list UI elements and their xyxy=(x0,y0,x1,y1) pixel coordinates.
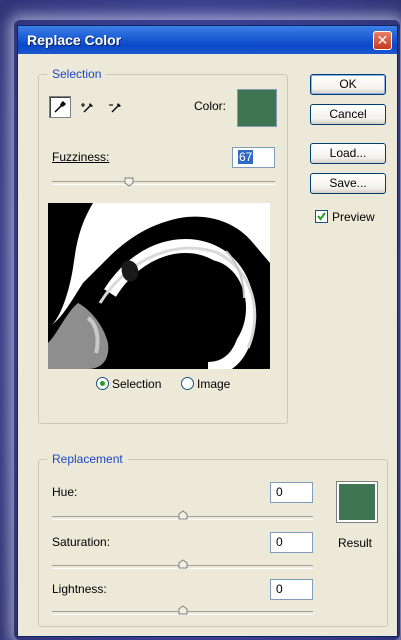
lightness-input[interactable]: 0 xyxy=(270,579,313,600)
fuzziness-label: Fuzziness: xyxy=(52,150,109,164)
window-title: Replace Color xyxy=(27,32,122,48)
fuzziness-value: 67 xyxy=(238,150,254,164)
ok-button[interactable]: OK xyxy=(310,74,386,95)
saturation-label: Saturation: xyxy=(52,535,111,549)
replacement-group: Replacement Hue: 0 Saturation: 0 Lightne… xyxy=(38,452,388,627)
eyedropper-plus-tool[interactable] xyxy=(77,96,99,118)
result-color-swatch[interactable] xyxy=(336,481,378,523)
hue-slider-thumb[interactable] xyxy=(178,510,188,520)
preview-label[interactable]: Preview xyxy=(332,210,375,224)
saturation-value: 0 xyxy=(276,535,283,549)
eyedropper-plus-icon xyxy=(81,103,93,113)
close-icon: ✕ xyxy=(376,32,389,48)
fuzziness-slider-track[interactable] xyxy=(52,181,275,185)
replacement-legend: Replacement xyxy=(47,452,128,466)
eyedropper-minus-tool[interactable] xyxy=(105,96,127,118)
eyedropper-tool[interactable] xyxy=(49,96,71,118)
radio-selection-label[interactable]: Selection xyxy=(112,377,161,391)
eyedropper-minus-icon xyxy=(109,103,121,113)
color-label: Color: xyxy=(194,99,227,113)
close-button[interactable]: ✕ xyxy=(373,31,392,50)
radio-selection-dot xyxy=(100,381,105,386)
hue-input[interactable]: 0 xyxy=(270,482,313,503)
cancel-button[interactable]: Cancel xyxy=(310,104,386,125)
eyedropper-icon xyxy=(54,101,66,113)
replace-color-dialog: Replace Color ✕ Selection Color: Fuzzine… xyxy=(17,25,398,637)
saturation-slider-thumb[interactable] xyxy=(178,559,188,569)
lightness-slider-thumb[interactable] xyxy=(178,605,188,615)
selection-preview-image xyxy=(48,203,270,369)
selection-color-swatch[interactable] xyxy=(237,89,277,127)
radio-selection[interactable] xyxy=(96,377,109,390)
save-button[interactable]: Save... xyxy=(310,173,386,194)
selection-legend: Selection xyxy=(47,67,107,81)
fuzziness-label-text: Fuzziness: xyxy=(52,150,110,164)
load-button[interactable]: Load... xyxy=(310,143,386,164)
result-label: Result xyxy=(338,536,373,550)
radio-image-label[interactable]: Image xyxy=(197,377,230,391)
lightness-label: Lightness: xyxy=(52,582,107,596)
check-icon xyxy=(317,212,326,221)
selection-group: Selection Color: Fuzziness: 67 Selection… xyxy=(38,67,288,424)
hue-value: 0 xyxy=(276,485,283,499)
radio-image[interactable] xyxy=(181,377,194,390)
hue-label: Hue: xyxy=(52,485,78,499)
preview-checkbox[interactable] xyxy=(315,210,328,223)
fuzziness-input[interactable]: 67 xyxy=(232,147,275,168)
mask-preview-graphic xyxy=(48,203,270,369)
title-bar[interactable]: Replace Color ✕ xyxy=(18,26,397,54)
fuzziness-slider-thumb[interactable] xyxy=(124,177,134,187)
saturation-input[interactable]: 0 xyxy=(270,532,313,553)
lightness-value: 0 xyxy=(276,582,283,596)
